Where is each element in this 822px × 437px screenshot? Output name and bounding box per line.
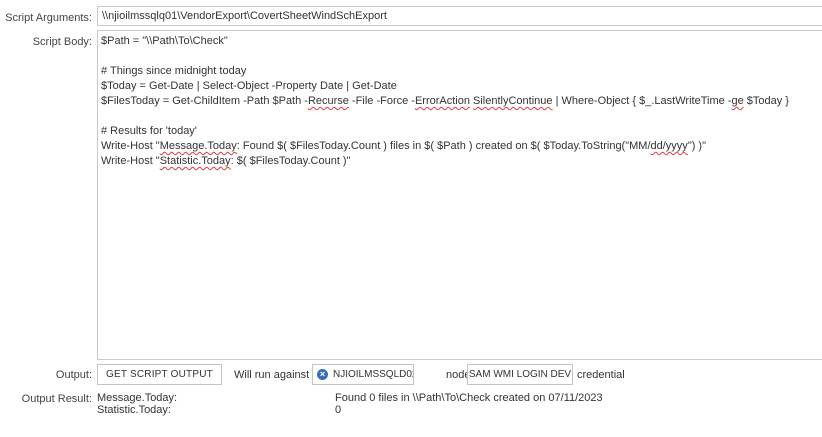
output-result-label: Output Result: (21, 393, 92, 405)
will-run-against-text: Will run against (234, 369, 310, 381)
output-label: Output: (55, 369, 92, 381)
credential-chip[interactable]: SAM WMI LOGIN DEV (467, 364, 573, 385)
get-script-output-button[interactable]: GET SCRIPT OUTPUT (97, 364, 222, 385)
result-value: 0 (335, 404, 342, 416)
script-line (101, 109, 822, 124)
result-value: Found 0 files in \\Path\To\Check created… (335, 392, 603, 404)
script-arguments-input[interactable]: \\njioilmssqlq01\VendorExport\CovertShee… (97, 6, 822, 26)
x-circle-icon[interactable]: × (317, 369, 328, 380)
script-arguments-label: Script Arguments: (5, 12, 92, 24)
script-line: $FilesToday = Get-ChildItem -Path $Path … (101, 95, 789, 107)
script-line: Write-Host "Statistic.Today: $( $FilesTo… (101, 155, 351, 167)
script-line: # Things since midnight today (101, 65, 247, 77)
script-line: $Path = "\\Path\To\Check" (101, 35, 228, 47)
result-key: Message.Today: (97, 392, 178, 404)
script-body-editor[interactable]: $Path = "\\Path\To\Check" # Things since… (97, 30, 822, 360)
script-line: # Results for 'today' (101, 125, 197, 137)
node-name: NJIOILMSSQLD02 (333, 369, 414, 380)
script-body-label: Script Body: (32, 36, 92, 48)
script-line: Write-Host "Message.Today: Found $( $Fil… (101, 140, 707, 152)
node-chip[interactable]: × NJIOILMSSQLD02 (312, 364, 414, 385)
credential-text: credential (577, 369, 625, 381)
script-line (101, 49, 822, 64)
script-line: $Today = Get-Date | Select-Object -Prope… (101, 80, 397, 92)
result-key: Statistic.Today: (97, 404, 171, 416)
